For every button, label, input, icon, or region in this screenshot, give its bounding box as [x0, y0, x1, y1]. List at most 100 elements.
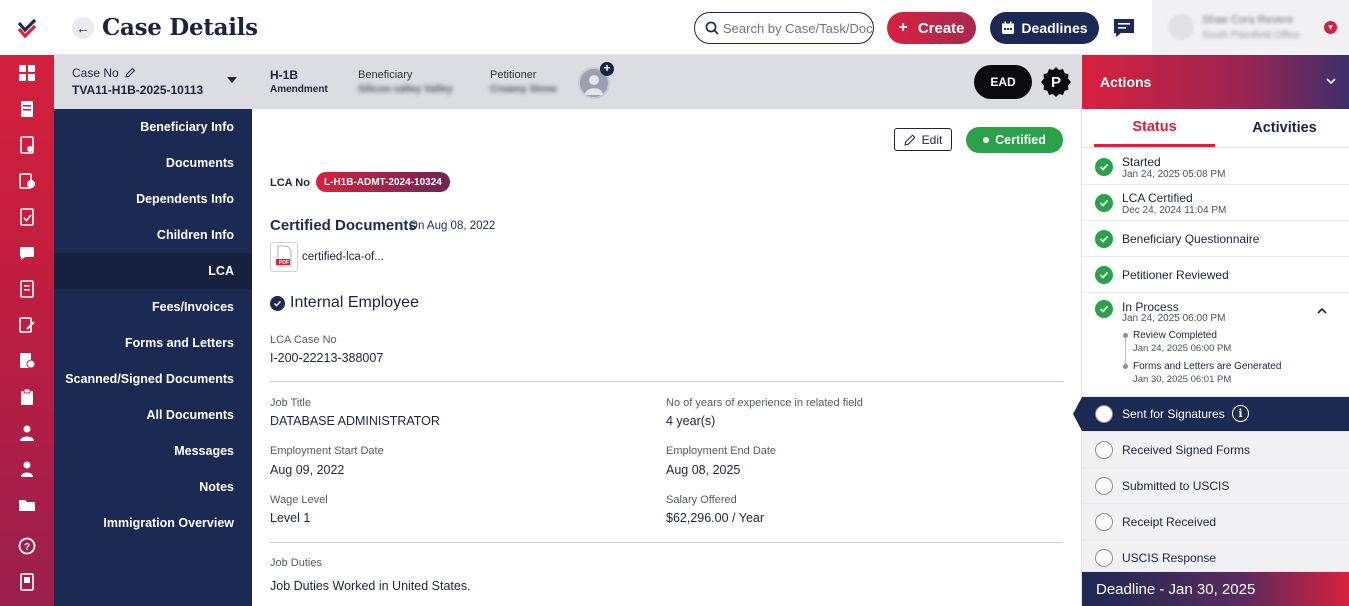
case-dropdown-icon[interactable] [227, 77, 237, 83]
status-step-sent-for-signatures[interactable]: Sent for Signatures i [1073, 397, 1349, 432]
beneficiary-name[interactable]: Silicon valley Valley [358, 84, 453, 95]
end-date-label: Employment End Date [666, 445, 777, 457]
nav-forms-letters[interactable]: Forms and Letters [54, 325, 252, 361]
step-name: LCA Certified [1122, 191, 1193, 205]
step-name: Received Signed Forms [1122, 443, 1251, 457]
folder-icon[interactable] [17, 495, 37, 515]
salary-label: Salary Offered [666, 494, 737, 506]
nav-lca[interactable]: LCA [54, 253, 252, 289]
actions-header[interactable]: Actions [1082, 55, 1349, 109]
substep-date: Jan 24, 2025 06:00 PM [1133, 343, 1232, 354]
petitioner-name[interactable]: Creamy Stone [490, 84, 557, 95]
svg-text:?: ? [24, 542, 30, 553]
nav-messages[interactable]: Messages [54, 433, 252, 469]
timeline-dot [1123, 364, 1128, 369]
status-step-receipt-received: Receipt Received [1082, 504, 1349, 540]
create-button[interactable]: + Create [887, 12, 976, 44]
nav-all-documents[interactable]: All Documents [54, 397, 252, 433]
nav-dependents-info[interactable]: Dependents Info [54, 181, 252, 217]
experience-value: 4 year(s) [666, 414, 716, 428]
nav-documents[interactable]: Documents [54, 145, 252, 181]
report-icon[interactable] [17, 279, 37, 299]
dashboard-icon[interactable] [17, 63, 37, 83]
deadline-banner: Deadline - Jan 30, 2025 [1082, 572, 1349, 606]
lca-case-no-label: LCA Case No [270, 334, 337, 346]
status-step-in-process[interactable]: In Process Jan 24, 2025 06:00 PM Review … [1082, 293, 1349, 397]
actions-panel: Actions Status Activities Started Jan 24… [1073, 55, 1349, 606]
back-arrow-icon[interactable]: ← [72, 17, 94, 39]
lca-details: Edit Certified LCA No L-H1B-ADMT-2024-10… [252, 109, 1081, 606]
visa-subtype: Amendment [270, 84, 328, 95]
global-search[interactable] [694, 12, 874, 44]
verified-document-icon[interactable] [17, 351, 37, 371]
status-step-submitted-to-uscis: Submitted to USCIS [1082, 468, 1349, 504]
premium-badge[interactable]: P [1040, 66, 1072, 98]
add-contact-icon[interactable]: + [600, 62, 614, 76]
chevron-down-icon[interactable]: ▾ [1324, 21, 1337, 34]
step-date: Jan 24, 2025 05:08 PM [1122, 169, 1226, 180]
divider [270, 381, 1063, 382]
search-icon [705, 21, 719, 35]
check-circle-icon [1095, 230, 1113, 248]
case-header: Case No TVA11-H1B-2025-10113 H-1B Amendm… [54, 55, 1081, 109]
visa-type: H-1B [270, 68, 299, 82]
person-icon[interactable] [17, 423, 37, 443]
pdf-icon[interactable]: PDF [270, 242, 298, 272]
status-step-beneficiary-questionnaire: Beneficiary Questionnaire [1082, 221, 1349, 257]
edit-button[interactable]: Edit [894, 128, 952, 151]
check-circle-icon [1095, 266, 1113, 284]
salary-value: $62,296.00 / Year [666, 511, 765, 525]
current-step-indicator [1073, 397, 1082, 431]
plus-icon: + [898, 19, 908, 36]
nav-immigration-overview[interactable]: Immigration Overview [54, 505, 252, 541]
cases-icon[interactable] [17, 99, 37, 119]
wage-level-label: Wage Level [270, 494, 328, 506]
petitioner-label: Petitioner [490, 69, 537, 81]
info-icon[interactable]: i [1232, 405, 1249, 422]
pending-circle-icon [1095, 441, 1113, 459]
experience-label: No of years of experience in related fie… [666, 397, 863, 409]
step-date: Dec 24, 2024 11:04 PM [1122, 205, 1227, 216]
job-duties-value: Job Duties Worked in United States. [270, 579, 471, 593]
nav-notes[interactable]: Notes [54, 469, 252, 505]
step-name: Submitted to USCIS [1122, 479, 1230, 493]
pending-circle-icon [1095, 513, 1113, 531]
check-circle-icon [1095, 194, 1113, 212]
help-icon[interactable]: ? [17, 536, 37, 556]
checklist-icon[interactable] [17, 207, 37, 227]
tab-activities[interactable]: Activities [1224, 109, 1345, 147]
nav-beneficiary-info[interactable]: Beneficiary Info [54, 109, 252, 145]
chevron-up-icon[interactable] [1316, 305, 1328, 317]
user-icon[interactable] [17, 459, 37, 479]
user-menu[interactable]: Shae Cora Revere South Plainfield Office… [1152, 0, 1349, 55]
messages-icon[interactable] [17, 243, 37, 263]
invoice-icon[interactable] [17, 171, 37, 191]
section-nav: Beneficiary Info Documents Dependents In… [54, 109, 252, 606]
pending-circle-icon [1095, 405, 1113, 423]
search-input[interactable] [723, 20, 873, 36]
documents-icon[interactable] [17, 135, 37, 155]
document-link[interactable]: certified-lca-of... [302, 251, 384, 263]
tab-status[interactable]: Status [1094, 109, 1215, 147]
edit-document-icon[interactable] [17, 315, 37, 335]
status-step-petitioner-reviewed: Petitioner Reviewed [1082, 257, 1349, 293]
chevron-down-icon[interactable] [1325, 75, 1337, 87]
pencil-icon[interactable] [125, 67, 136, 78]
nav-children-info[interactable]: Children Info [54, 217, 252, 253]
case-no-label: Case No [72, 66, 136, 80]
book-icon[interactable] [17, 572, 37, 592]
check-circle-icon [270, 296, 285, 311]
employee-type: Internal Employee [290, 294, 419, 311]
ead-button[interactable]: EAD [974, 65, 1032, 99]
step-name: USCIS Response [1122, 551, 1217, 565]
actions-title: Actions [1100, 74, 1152, 90]
nav-fees-invoices[interactable]: Fees/Invoices [54, 289, 252, 325]
app-logo[interactable] [0, 0, 54, 55]
clipboard-icon[interactable] [17, 387, 37, 407]
chat-icon[interactable] [1112, 16, 1136, 40]
step-name: Receipt Received [1122, 515, 1217, 529]
deadlines-button[interactable]: Deadlines [990, 12, 1099, 44]
nav-scanned-signed[interactable]: Scanned/Signed Documents [54, 361, 252, 397]
step-name: Sent for Signatures [1122, 407, 1225, 421]
certified-documents-date: On Aug 08, 2022 [409, 220, 496, 232]
